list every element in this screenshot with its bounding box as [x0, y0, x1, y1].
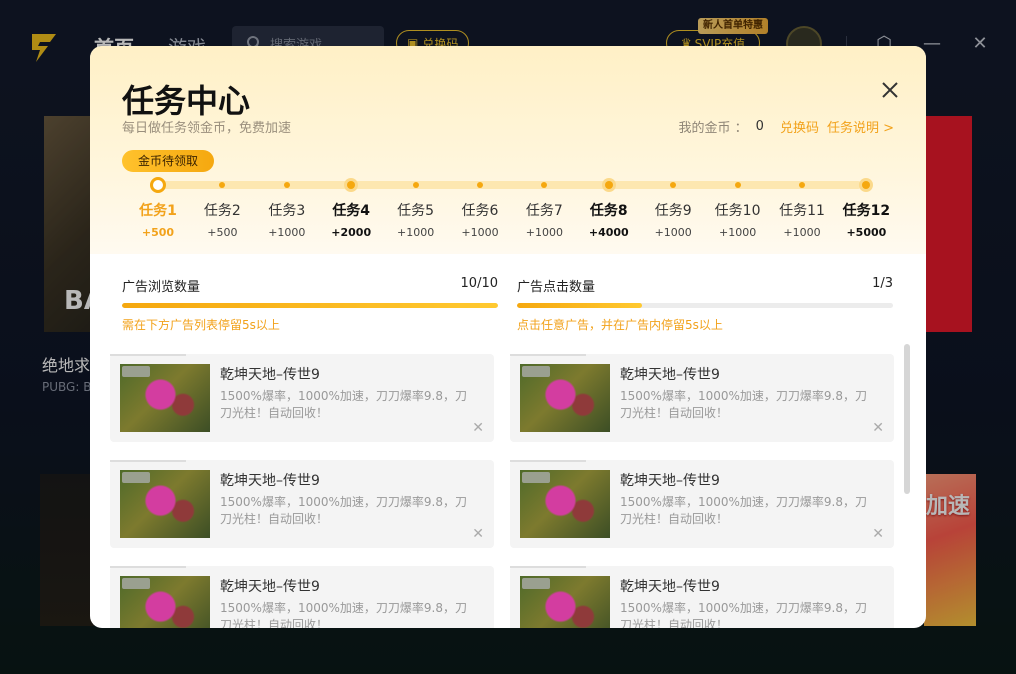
task-step-reward: +1000: [396, 226, 435, 239]
stat-ad-clicks: 广告点击数量 1/3 点击任意广告，并在广告内停留5s以上: [517, 276, 893, 333]
ad-thumbnail[interactable]: [520, 470, 610, 538]
ad-tag: [122, 578, 150, 589]
ad-card[interactable]: 乾坤天地–传世9 1500%爆率，1000%加速，刀刀爆率9.8，刀刀光柱！自动…: [110, 566, 494, 628]
task-step-node: [799, 182, 805, 188]
task-step-label[interactable]: 任务8: [590, 200, 628, 220]
task-step-label[interactable]: 任务7: [526, 200, 563, 220]
ad-close-icon[interactable]: ✕: [872, 526, 884, 542]
task-step-node: [859, 178, 874, 192]
task-step-node: [477, 182, 483, 188]
stat-ad-views: 广告浏览数量 10/10 需在下方广告列表停留5s以上: [122, 276, 498, 333]
ad-list[interactable]: 乾坤天地–传世9 1500%爆率，1000%加速，刀刀爆率9.8，刀刀光柱！自动…: [110, 354, 900, 628]
ad-title: 乾坤天地–传世9: [620, 579, 720, 595]
ad-title: 乾坤天地–传世9: [620, 473, 720, 489]
task-step-reward: +1000: [783, 226, 821, 239]
task-step-reward: +1000: [268, 226, 306, 239]
task-step-node: [150, 177, 166, 193]
ad-card[interactable]: 乾坤天地–传世9 1500%爆率，1000%加速，刀刀爆率9.8，刀刀光柱！自动…: [510, 354, 894, 442]
task-step-reward: +4000: [588, 226, 629, 239]
ad-close-icon[interactable]: ✕: [472, 420, 484, 436]
ad-accent: [110, 354, 186, 356]
task-step-reward: +500: [141, 226, 175, 239]
task-step-label[interactable]: 任务1: [139, 200, 177, 220]
ad-description: 1500%爆率，1000%加速，刀刀爆率9.8，刀刀光柱！自动回收！: [220, 495, 467, 526]
ad-title: 乾坤天地–传世9: [620, 367, 720, 383]
stat-progress-bar: [122, 303, 498, 308]
task-step-label[interactable]: 任务12: [843, 200, 890, 220]
task-step-label[interactable]: 任务4: [332, 200, 370, 220]
ad-thumbnail[interactable]: [520, 364, 610, 432]
task-step-reward: +1000: [461, 226, 499, 239]
stat-progress-fill: [517, 303, 643, 308]
ad-title: 乾坤天地–传世9: [220, 579, 320, 595]
ad-card[interactable]: 乾坤天地–传世9 1500%爆率，1000%加速，刀刀爆率9.8，刀刀光柱！自动…: [110, 354, 494, 442]
task-step-node: [601, 178, 616, 192]
stat-hint: 需在下方广告列表停留5s以上: [122, 318, 280, 332]
ad-accent: [510, 460, 586, 462]
task-step-label[interactable]: 任务6: [462, 200, 499, 220]
task-step-label[interactable]: 任务10: [715, 200, 761, 220]
ad-list-scrollbar[interactable]: [904, 344, 910, 494]
ad-close-icon[interactable]: ✕: [472, 526, 484, 542]
ad-card[interactable]: 乾坤天地–传世9 1500%爆率，1000%加速，刀刀爆率9.8，刀刀光柱！自动…: [110, 460, 494, 548]
task-step-node: [344, 178, 359, 192]
task-step-node: [283, 182, 290, 188]
ad-tag: [122, 366, 150, 377]
task-steps: 任务1 +500 任务2 +500 任务3 +1000 任务4 +2000 任务5 +1000 任务…: [90, 46, 926, 254]
stat-hint: 点击任意广告，并在广告内停留5s以上: [517, 318, 723, 332]
stat-count: 1/3: [872, 276, 893, 291]
ad-title: 乾坤天地–传世9: [220, 367, 320, 383]
ad-tag: [522, 578, 550, 589]
task-step-node: [734, 182, 741, 188]
task-step-reward: +500: [207, 226, 238, 239]
task-step-reward: +1000: [718, 226, 757, 239]
ad-title: 乾坤天地–传世9: [220, 473, 320, 489]
ad-thumbnail[interactable]: [120, 364, 210, 432]
ad-description: 1500%爆率，1000%加速，刀刀爆率9.8，刀刀光柱！自动回收！: [220, 601, 467, 628]
task-step-reward: +2000: [331, 226, 372, 239]
ad-accent: [510, 566, 586, 568]
stat-progress-bar: [517, 303, 893, 308]
ad-description: 1500%爆率，1000%加速，刀刀爆率9.8，刀刀光柱！自动回收！: [220, 389, 467, 420]
ad-accent: [110, 460, 186, 462]
ad-description: 1500%爆率，1000%加速，刀刀爆率9.8，刀刀光柱！自动回收！: [620, 601, 867, 628]
task-step-reward: +5000: [846, 226, 887, 239]
task-center-modal: 任务中心 每日做任务领金币，免费加速 我的金币 ： 0 兑换码 任务说明 > 金…: [90, 46, 926, 628]
ad-thumbnail[interactable]: [520, 576, 610, 628]
ad-accent: [110, 566, 186, 568]
ad-tag: [522, 366, 550, 377]
ad-description: 1500%爆率，1000%加速，刀刀爆率9.8，刀刀光柱！自动回收！: [620, 495, 867, 526]
task-step-node: [670, 182, 677, 188]
ad-tag: [122, 472, 150, 483]
ad-thumbnail[interactable]: [120, 576, 210, 628]
task-step-label[interactable]: 任务2: [204, 200, 241, 220]
ad-tag: [522, 472, 550, 483]
task-step-label[interactable]: 任务3: [268, 200, 305, 220]
ad-card[interactable]: 乾坤天地–传世9 1500%爆率，1000%加速，刀刀爆率9.8，刀刀光柱！自动…: [510, 460, 894, 548]
task-step-label[interactable]: 任务11: [779, 200, 825, 220]
task-step-node: [219, 182, 226, 188]
ad-close-icon[interactable]: ✕: [872, 420, 884, 436]
task-step-node: [412, 182, 419, 188]
ad-card[interactable]: 乾坤天地–传世9 1500%爆率，1000%加速，刀刀爆率9.8，刀刀光柱！自动…: [510, 566, 894, 628]
task-step-label[interactable]: 任务9: [655, 200, 692, 220]
stat-label: 广告浏览数量: [122, 280, 201, 295]
stat-count: 10/10: [460, 276, 498, 291]
ad-description: 1500%爆率，1000%加速，刀刀爆率9.8，刀刀光柱！自动回收！: [620, 389, 867, 420]
task-step-reward: +1000: [654, 226, 692, 239]
ad-thumbnail[interactable]: [120, 470, 210, 538]
ad-accent: [510, 354, 586, 356]
stat-label: 广告点击数量: [517, 280, 596, 295]
stat-progress-fill: [122, 303, 498, 308]
task-step-reward: +1000: [525, 226, 563, 239]
task-step-label[interactable]: 任务5: [397, 200, 434, 220]
task-step-node: [541, 182, 548, 188]
